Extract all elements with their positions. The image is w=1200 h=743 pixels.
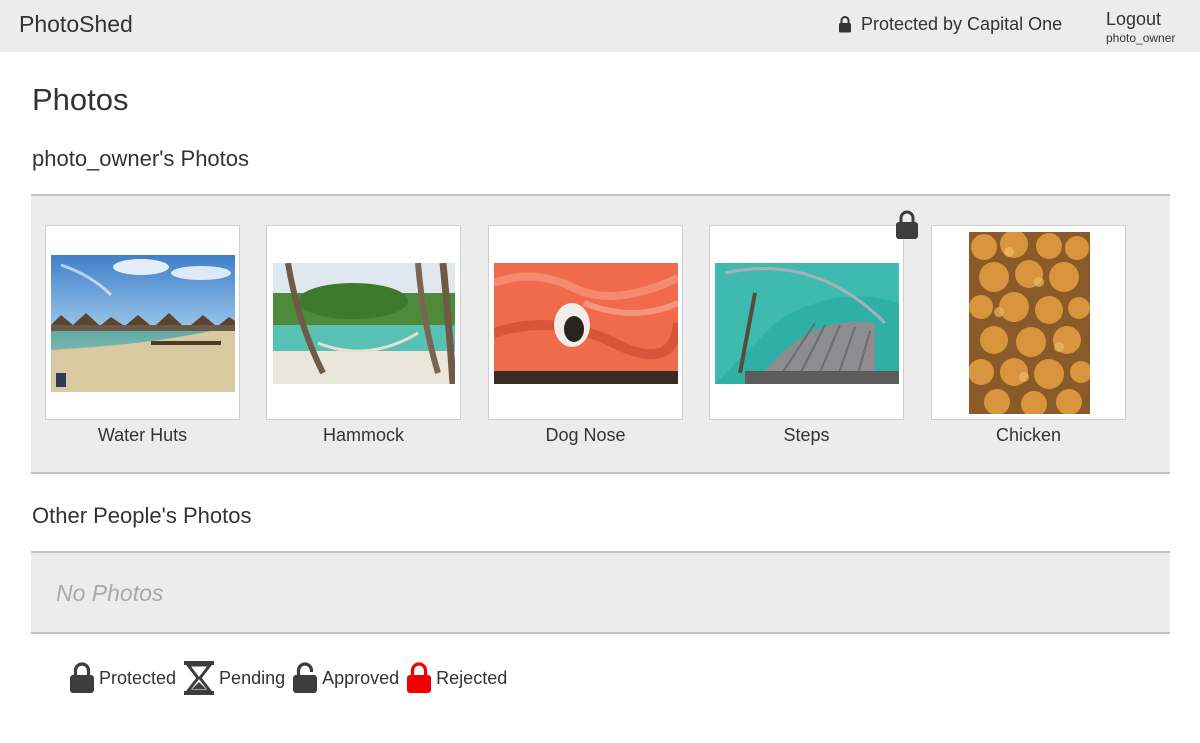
photo-caption: Steps [783,425,830,445]
photo-caption: Hammock [322,425,404,445]
photo-thumbnail [273,263,455,384]
protected-lock-icon [896,210,918,239]
protection-notice: Protected by Capital One [838,14,1062,35]
protection-label: Protected by Capital One [861,14,1063,34]
legend-approved: Approved [292,662,399,694]
logout-link[interactable]: Logout [1106,9,1175,30]
photo-card-water-huts[interactable] [45,225,240,420]
photo-caption: Chicken [995,425,1062,445]
photo-thumbnail [715,263,899,384]
legend-pending: Pending [183,660,285,696]
photo-caption: Water Huts [97,425,188,445]
legend-approved-label: Approved [322,667,400,688]
brand-logo[interactable]: PhotoShed [19,11,133,38]
lock-icon [70,662,94,693]
legend-rejected-label: Rejected [436,667,508,688]
legend-protected: Protected [69,662,176,694]
others-photos-heading: Other People's Photos [32,503,252,528]
photo-thumbnail [51,255,235,392]
page-title: Photos [32,82,129,117]
photo-caption: Dog Nose [545,425,626,445]
others-photos-panel: No Photos [31,551,1170,634]
photo-card-chicken[interactable] [931,225,1126,420]
legend-protected-label: Protected [99,667,177,688]
own-photos-panel: Water Huts Hammock Dog Nose Steps Chicke… [31,194,1170,474]
unlocked-icon [293,662,318,693]
empty-state-text: No Photos [56,580,164,606]
photo-thumbnail [969,232,1090,414]
photo-card-steps[interactable] [709,225,904,420]
username-label: photo_owner [1106,31,1176,45]
lock-icon [839,16,851,33]
hourglass-icon [184,661,215,695]
own-photos-heading: photo_owner's Photos [32,146,250,171]
legend-pending-label: Pending [219,667,286,688]
lock-icon-red [407,662,432,693]
photo-card-hammock[interactable] [266,225,461,420]
status-legend: Protected Pending Approved Rejected [69,660,514,696]
legend-rejected: Rejected [406,662,507,694]
account-menu: Logout photo_owner [1106,9,1175,45]
photo-thumbnail [494,263,678,384]
top-navbar: PhotoShed Protected by Capital One Logou… [0,0,1200,52]
photo-card-dog-nose[interactable] [488,225,683,420]
